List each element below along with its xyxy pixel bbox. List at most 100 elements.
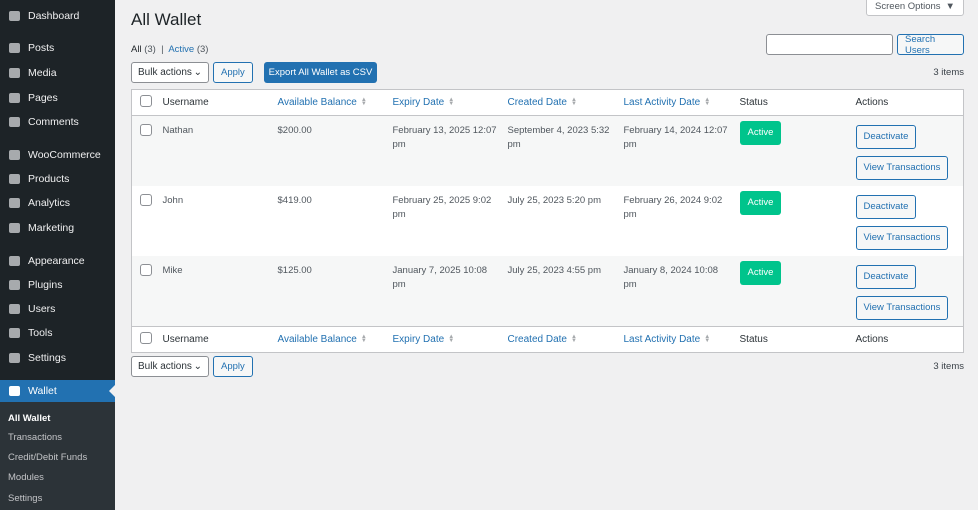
deactivate-button[interactable]: Deactivate	[855, 265, 917, 289]
sidebar-item-label: Dashboard	[28, 10, 80, 22]
pages-icon	[7, 92, 21, 104]
footer-col-last-activity-date[interactable]: Last Activity Date ▲ ▼	[616, 326, 733, 353]
cell-created: July 25, 2023 5:20 pm	[507, 195, 601, 206]
bulk-actions-value: Bulk actions	[138, 67, 192, 78]
checkbox[interactable]	[140, 332, 152, 344]
deactivate-button[interactable]: Deactivate	[855, 195, 917, 219]
row-checkbox-cell[interactable]	[132, 256, 156, 327]
apply-button-bottom[interactable]: Apply	[213, 356, 253, 377]
row-checkbox-cell[interactable]	[132, 116, 156, 187]
submenu-item-transactions[interactable]: Transactions	[8, 432, 62, 443]
chevron-down-icon: ⌄	[193, 361, 202, 372]
sort-icon: ▲ ▼	[360, 97, 367, 107]
sidebar-item-label: Products	[28, 173, 70, 185]
sort-icon: ▲ ▼	[570, 334, 577, 344]
cell-user: Nathan	[162, 125, 194, 136]
sidebar-item-pages[interactable]: Pages	[0, 87, 115, 109]
sidebar-item-wallet[interactable]: Wallet	[0, 380, 115, 402]
column-label: Available Balance	[277, 334, 357, 345]
filter-active[interactable]: Active	[168, 44, 194, 55]
sort-icon: ▲ ▼	[570, 97, 577, 107]
search-users-button[interactable]: Search Users	[897, 34, 964, 56]
footer-col-expiry-date[interactable]: Expiry Date ▲ ▼	[385, 326, 501, 353]
cell-created: July 25, 2023 4:55 pm	[507, 265, 601, 276]
sidebar-item-settings[interactable]: Settings	[0, 347, 115, 369]
sidebar-item-woocommerce[interactable]: WooCommerce	[0, 144, 115, 166]
sort-icon: ▲ ▼	[360, 334, 367, 344]
column-label: Expiry Date	[392, 334, 445, 345]
wallet-table: Username Available Balance ▲ ▼ Expiry Date ▲ ▼…	[131, 89, 964, 353]
woocommerce-icon	[7, 149, 21, 161]
column-label: Username	[162, 97, 209, 108]
sidebar-item-plugins[interactable]: Plugins	[0, 274, 115, 296]
dashboard-icon	[7, 10, 21, 22]
deactivate-button[interactable]: Deactivate	[855, 125, 917, 149]
cell-actions: Deactivate View Transactions	[849, 256, 964, 327]
row-checkbox[interactable]	[140, 264, 152, 276]
column-label: Status	[739, 334, 768, 345]
sidebar-item-label: Comments	[28, 116, 79, 128]
submenu-item-modules[interactable]: Modules	[8, 472, 44, 483]
cell-actions: Deactivate View Transactions	[849, 186, 964, 256]
sort-icon: ▲ ▼	[704, 97, 711, 107]
bulk-actions-value: Bulk actions	[138, 361, 192, 372]
header-col-created-date[interactable]: Created Date ▲ ▼	[500, 89, 617, 116]
submenu-item-credit-debit-funds[interactable]: Credit/Debit Funds	[8, 452, 87, 463]
cell-status: Active	[733, 256, 849, 327]
cell-balance: $419.00	[277, 195, 312, 206]
table-row: Mike $125.00 January 7, 2025 10:08 pm July …	[131, 256, 964, 327]
view-transactions-button[interactable]: View Transactions	[855, 156, 949, 180]
header-col-last-activity-date[interactable]: Last Activity Date ▲ ▼	[616, 89, 733, 116]
cell-created: September 4, 2023 5:32 pm	[507, 125, 610, 150]
footer-select-all[interactable]	[131, 326, 156, 353]
wrench-icon	[7, 327, 21, 339]
header-col-expiry-date[interactable]: Expiry Date ▲ ▼	[385, 89, 501, 116]
sidebar-item-users[interactable]: Users	[0, 298, 115, 320]
cell-expiry: January 7, 2025 10:08 pm	[392, 265, 488, 290]
header-col-available-balance[interactable]: Available Balance ▲ ▼	[270, 89, 386, 116]
checkbox[interactable]	[140, 95, 152, 107]
apply-button[interactable]: Apply	[213, 62, 253, 83]
row-checkbox-cell[interactable]	[132, 186, 156, 256]
filter-all[interactable]: All	[131, 44, 142, 55]
export-csv-button[interactable]: Export All Wallet as CSV	[264, 62, 377, 83]
footer-col-created-date[interactable]: Created Date ▲ ▼	[500, 326, 617, 353]
bulk-actions-select[interactable]: Bulk actions ⌄	[131, 62, 209, 83]
sidebar-item-tools[interactable]: Tools	[0, 322, 115, 344]
sidebar-item-posts[interactable]: Posts	[0, 37, 115, 59]
sidebar-item-label: Users	[28, 303, 56, 315]
wallet-submenu: All Wallet Transactions Credit/Debit Funds…	[0, 402, 115, 510]
sidebar-item-analytics[interactable]: Analytics	[0, 192, 115, 214]
screen-options-button[interactable]: Screen Options ▼	[866, 0, 964, 16]
header-select-all[interactable]	[131, 89, 156, 116]
sidebar-item-label: Wallet	[28, 385, 57, 397]
column-label: Expiry Date	[392, 97, 445, 108]
cell-balance: $200.00	[277, 125, 312, 136]
row-checkbox[interactable]	[140, 124, 152, 136]
sidebar-item-marketing[interactable]: Marketing	[0, 217, 115, 239]
user-icon	[7, 303, 21, 315]
sidebar-item-label: Analytics	[28, 197, 71, 209]
status-badge: Active	[739, 191, 782, 215]
column-label: Username	[162, 334, 209, 345]
sidebar-item-dashboard[interactable]: Dashboard	[0, 5, 115, 27]
wallet-icon	[7, 385, 21, 397]
sidebar-item-label: Plugins	[28, 279, 63, 291]
cell-last: February 14, 2024 12:07 pm	[623, 125, 728, 150]
view-transactions-button[interactable]: View Transactions	[855, 296, 949, 320]
pin-icon	[7, 42, 21, 54]
sidebar-item-appearance[interactable]: Appearance	[0, 250, 115, 272]
comment-icon	[7, 116, 21, 128]
row-checkbox[interactable]	[140, 194, 152, 206]
column-label: Created Date	[507, 334, 567, 345]
sidebar-item-comments[interactable]: Comments	[0, 111, 115, 133]
submenu-item-all-wallet[interactable]: All Wallet	[8, 413, 50, 424]
sidebar-item-media[interactable]: Media	[0, 62, 115, 84]
bulk-actions-select-bottom[interactable]: Bulk actions ⌄	[131, 356, 209, 377]
sidebar-item-products[interactable]: Products	[0, 168, 115, 190]
view-transactions-button[interactable]: View Transactions	[855, 226, 949, 250]
submenu-item-settings[interactable]: Settings	[8, 493, 42, 504]
footer-col-available-balance[interactable]: Available Balance ▲ ▼	[270, 326, 386, 353]
bar-chart-icon	[7, 197, 21, 209]
search-input[interactable]	[766, 34, 893, 55]
